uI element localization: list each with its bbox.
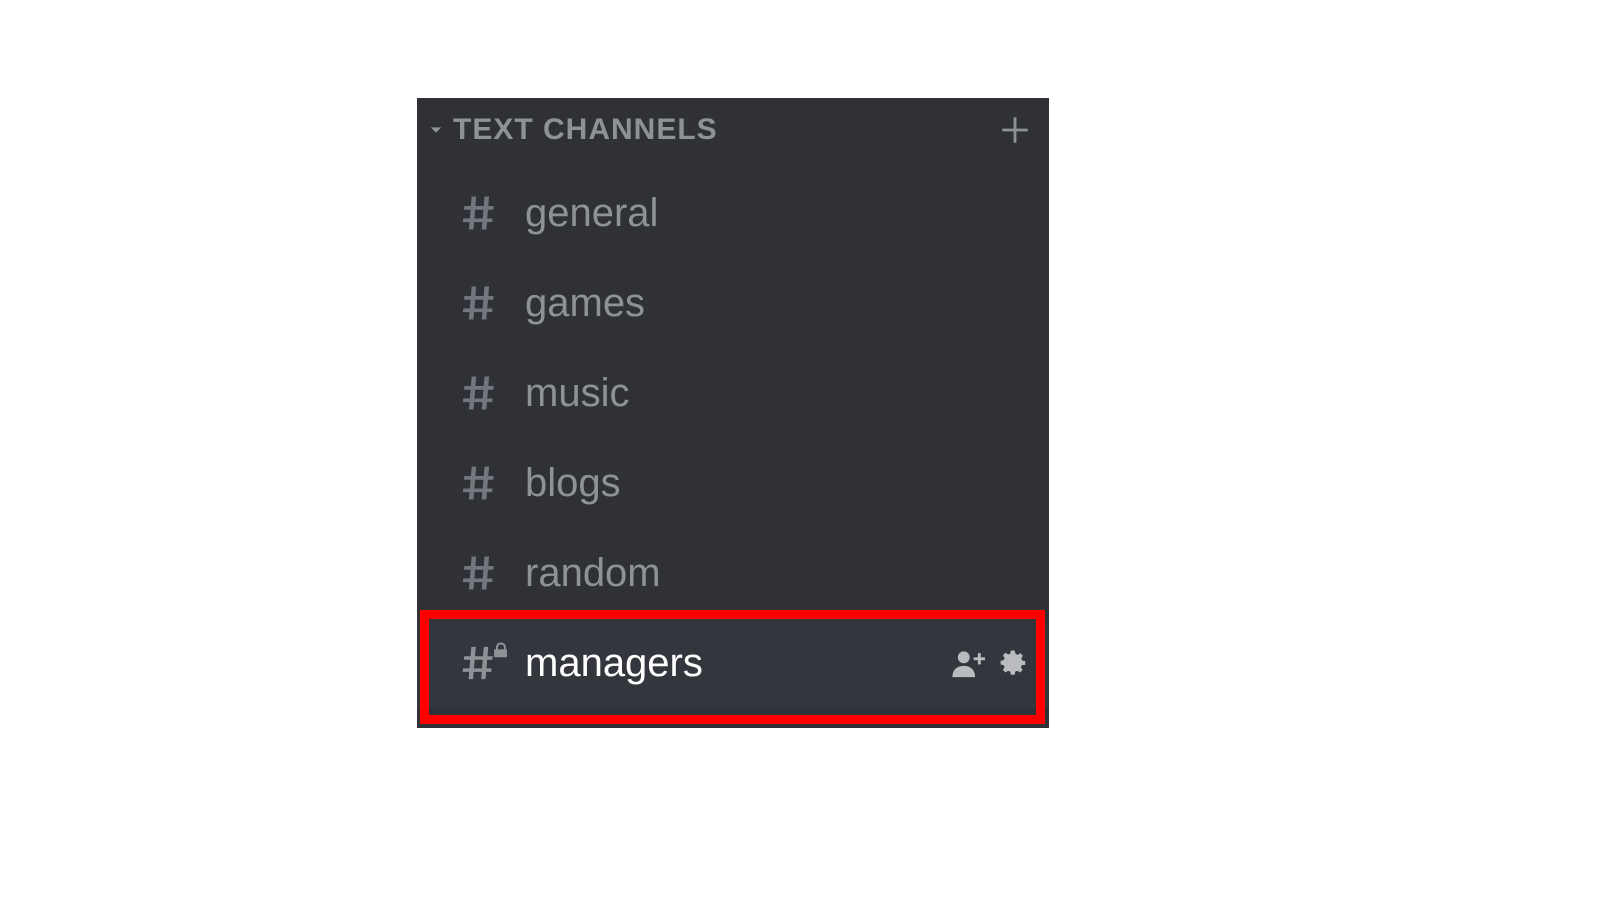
channel-list: general games music blo <box>417 168 1049 708</box>
add-channel-button[interactable] <box>995 110 1035 150</box>
channel-item-blogs[interactable]: blogs <box>417 438 1049 528</box>
channel-item-music[interactable]: music <box>417 348 1049 438</box>
channel-item-general[interactable]: general <box>417 168 1049 258</box>
hash-icon <box>457 551 513 595</box>
channel-label: games <box>525 281 1029 326</box>
channel-category-label: TEXT CHANNELS <box>453 113 995 147</box>
hash-icon <box>457 461 513 505</box>
channel-item-games[interactable]: games <box>417 258 1049 348</box>
channel-item-managers[interactable]: managers <box>417 618 1049 708</box>
channel-label: blogs <box>525 461 1029 506</box>
channel-label: music <box>525 371 1029 416</box>
channel-label: random <box>525 551 1029 596</box>
invite-people-icon[interactable] <box>951 648 985 678</box>
channel-sidebar-panel: TEXT CHANNELS general games <box>417 98 1049 728</box>
channel-label: managers <box>525 641 951 686</box>
hash-icon <box>457 371 513 415</box>
hash-lock-icon <box>457 641 513 685</box>
channel-category-header[interactable]: TEXT CHANNELS <box>417 98 1049 168</box>
gear-icon[interactable] <box>999 648 1029 678</box>
channel-item-random[interactable]: random <box>417 528 1049 618</box>
chevron-down-icon <box>427 121 445 139</box>
channel-label: general <box>525 191 1029 236</box>
hash-icon <box>457 281 513 325</box>
hash-icon <box>457 191 513 235</box>
